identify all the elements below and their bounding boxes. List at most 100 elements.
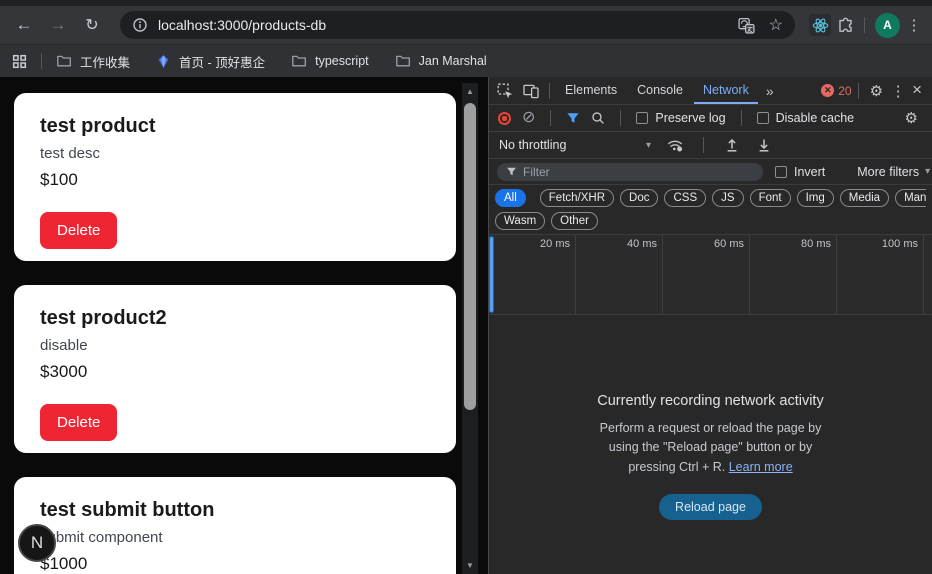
product-card: test submit button submit component $100… — [14, 477, 456, 574]
record-network-log-icon[interactable] — [498, 112, 511, 125]
bookmark-item[interactable]: 工作收集 — [56, 52, 130, 71]
extensions-puzzle-icon[interactable] — [837, 17, 854, 34]
clear-network-log-icon[interactable]: ⊘ — [522, 110, 535, 126]
address-bar[interactable]: localhost:3000/products-db ☆ — [120, 11, 795, 39]
network-conditions-icon[interactable] — [667, 137, 683, 153]
chip-manifest[interactable]: Manifest — [895, 189, 926, 207]
tab-network[interactable]: Network — [694, 77, 758, 104]
tab-console[interactable]: Console — [628, 77, 692, 104]
devtools-tab-bar: Elements Console Network » ✕ 20 ⚙ ⋮ × — [489, 77, 932, 105]
network-overview-timeline[interactable]: 20 ms 40 ms 60 ms 80 ms 100 ms — [489, 235, 932, 315]
more-filters-button[interactable]: More filters ▾ — [857, 165, 930, 179]
more-filters-label: More filters — [857, 165, 919, 179]
bookmark-star-icon[interactable]: ☆ — [769, 15, 783, 35]
timeline-scrubber[interactable] — [489, 236, 494, 313]
search-icon[interactable] — [591, 111, 605, 125]
preserve-log-checkbox[interactable]: Preserve log — [636, 111, 725, 125]
chip-other[interactable]: Other — [551, 212, 598, 230]
bookmark-item[interactable]: typescript — [291, 53, 369, 69]
chip-doc[interactable]: Doc — [620, 189, 658, 207]
chip-img[interactable]: Img — [797, 189, 834, 207]
bookmark-item[interactable]: 首页 - 顶好惠企 — [156, 52, 265, 71]
back-icon[interactable]: ← — [10, 15, 38, 35]
forward-icon[interactable]: → — [44, 15, 72, 35]
empty-state-line: using the "Reload page" button or by — [600, 438, 822, 457]
more-tabs-icon[interactable]: » — [760, 83, 780, 99]
scrollbar-thumb[interactable] — [464, 103, 476, 410]
chip-wasm[interactable]: Wasm — [495, 212, 545, 230]
delete-button[interactable]: Delete — [40, 404, 117, 441]
chevron-down-icon: ▾ — [646, 140, 651, 151]
product-card: test product2 disable $3000 Delete — [14, 285, 456, 453]
devtools-settings-icon[interactable]: ⚙ — [865, 82, 888, 100]
import-har-icon[interactable] — [724, 137, 740, 153]
reload-icon[interactable]: ↻ — [78, 15, 106, 35]
learn-more-link[interactable]: Learn more — [729, 460, 793, 474]
page-content: test product test desc $100 Delete test … — [0, 77, 488, 574]
chip-row: All Fetch/XHR Doc CSS JS Font Img Media … — [495, 189, 926, 207]
checkbox-icon — [757, 112, 769, 124]
site-info-icon[interactable] — [132, 17, 148, 33]
chip-fetch-xhr[interactable]: Fetch/XHR — [540, 189, 614, 207]
chip-font[interactable]: Font — [750, 189, 791, 207]
profile-avatar[interactable]: A — [875, 13, 900, 38]
filter-toggle-icon[interactable] — [566, 111, 580, 125]
tabs-divider — [549, 83, 550, 99]
nextjs-dev-badge[interactable]: N — [18, 524, 56, 562]
product-list: test product test desc $100 Delete test … — [14, 93, 456, 574]
device-toolbar-icon[interactable] — [519, 83, 543, 99]
devtools-menu-icon[interactable]: ⋮ — [890, 82, 906, 100]
network-settings-icon[interactable]: ⚙ — [900, 109, 923, 127]
bookmark-item[interactable]: Jan Marshal — [395, 53, 487, 69]
disable-cache-checkbox[interactable]: Disable cache — [757, 111, 855, 125]
checkbox-icon — [636, 112, 648, 124]
timeline-tick: 80 ms — [750, 235, 837, 314]
bookmark-label: 首页 - 顶好惠企 — [179, 52, 265, 71]
chip-row: Wasm Other — [495, 212, 598, 230]
filter-input[interactable] — [523, 165, 754, 179]
product-name: test submit button — [40, 499, 430, 522]
inspect-element-icon[interactable] — [493, 83, 517, 99]
react-devtools-extension-icon[interactable] — [809, 14, 831, 36]
timeline-tick: 20 ms — [489, 235, 576, 314]
request-type-filters: All Fetch/XHR Doc CSS JS Font Img Media … — [489, 185, 932, 235]
tab-elements[interactable]: Elements — [556, 77, 626, 104]
folder-icon — [56, 53, 72, 69]
chip-js[interactable]: JS — [712, 189, 743, 207]
translate-icon[interactable] — [738, 17, 755, 34]
funnel-icon — [506, 166, 517, 177]
product-price: $3000 — [40, 362, 430, 382]
scrollbar-up-arrow-icon[interactable]: ▲ — [462, 85, 478, 99]
filter-input-wrapper — [497, 163, 763, 181]
devtools-close-icon[interactable]: × — [908, 80, 928, 102]
reload-page-button[interactable]: Reload page — [659, 494, 762, 520]
error-badge[interactable]: ✕ 20 — [821, 84, 851, 98]
throttling-value: No throttling — [499, 138, 566, 152]
chip-all[interactable]: All — [495, 189, 526, 207]
disable-cache-label: Disable cache — [776, 111, 855, 125]
product-description: test desc — [40, 145, 430, 162]
export-har-icon[interactable] — [756, 137, 772, 153]
throttling-select[interactable]: No throttling ▾ — [499, 138, 651, 152]
browser-menu-icon[interactable]: ⋮ — [906, 16, 922, 34]
empty-state-title: Currently recording network activity — [597, 393, 823, 409]
delete-button[interactable]: Delete — [40, 212, 117, 249]
browser-toolbar: ← → ↻ localhost:3000/products-db ☆ A ⋮ — [0, 6, 932, 44]
empty-state-line: pressing Ctrl + R. Learn more — [600, 458, 822, 477]
network-empty-state: Currently recording network activity Per… — [489, 315, 932, 574]
product-card: test product test desc $100 Delete — [14, 93, 456, 261]
error-circle-icon: ✕ — [821, 84, 834, 97]
throttling-bar: No throttling ▾ — [489, 132, 932, 159]
site-favicon — [156, 54, 171, 69]
product-price: $1000 — [40, 554, 430, 574]
chip-css[interactable]: CSS — [664, 189, 706, 207]
empty-state-line: Perform a request or reload the page by — [600, 419, 822, 438]
apps-grid-icon[interactable] — [12, 54, 27, 69]
scrollbar-down-arrow-icon[interactable]: ▼ — [462, 559, 478, 573]
page-scrollbar[interactable]: ▲ ▼ — [462, 83, 478, 574]
filter-bar: Invert More filters ▾ — [489, 159, 932, 185]
bookmark-label: Jan Marshal — [419, 54, 487, 68]
invert-checkbox[interactable]: Invert — [775, 165, 825, 179]
chip-media[interactable]: Media — [840, 189, 889, 207]
product-description: disable — [40, 337, 430, 354]
